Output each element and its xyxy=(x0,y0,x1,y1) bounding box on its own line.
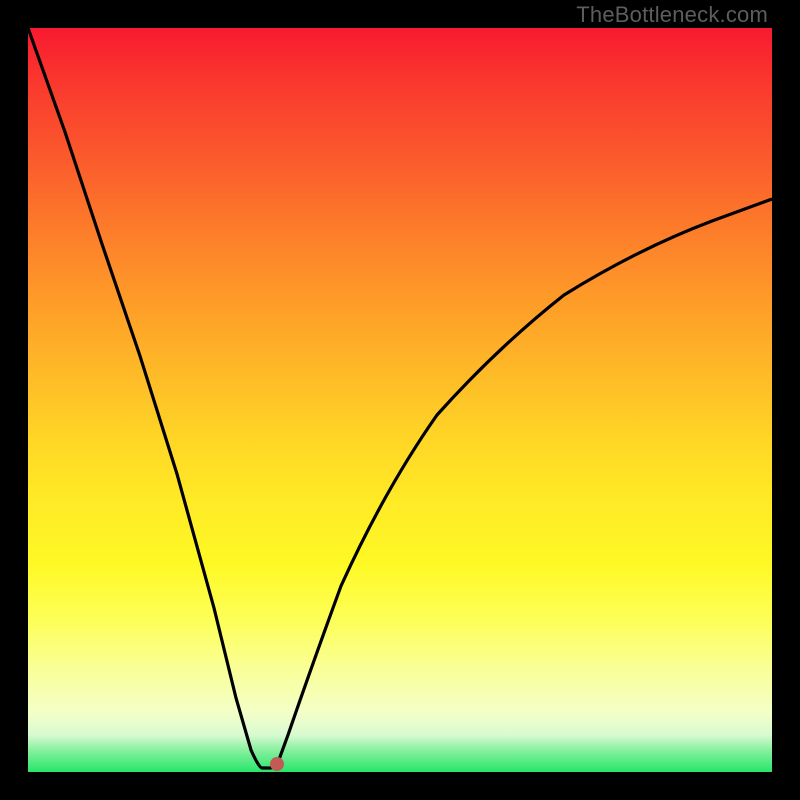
bottleneck-curve xyxy=(28,28,772,768)
plot-area xyxy=(28,28,772,772)
marker-dot xyxy=(270,757,284,771)
watermark-text: TheBottleneck.com xyxy=(576,2,768,28)
chart-frame: TheBottleneck.com xyxy=(0,0,800,800)
curve-layer xyxy=(28,28,772,772)
